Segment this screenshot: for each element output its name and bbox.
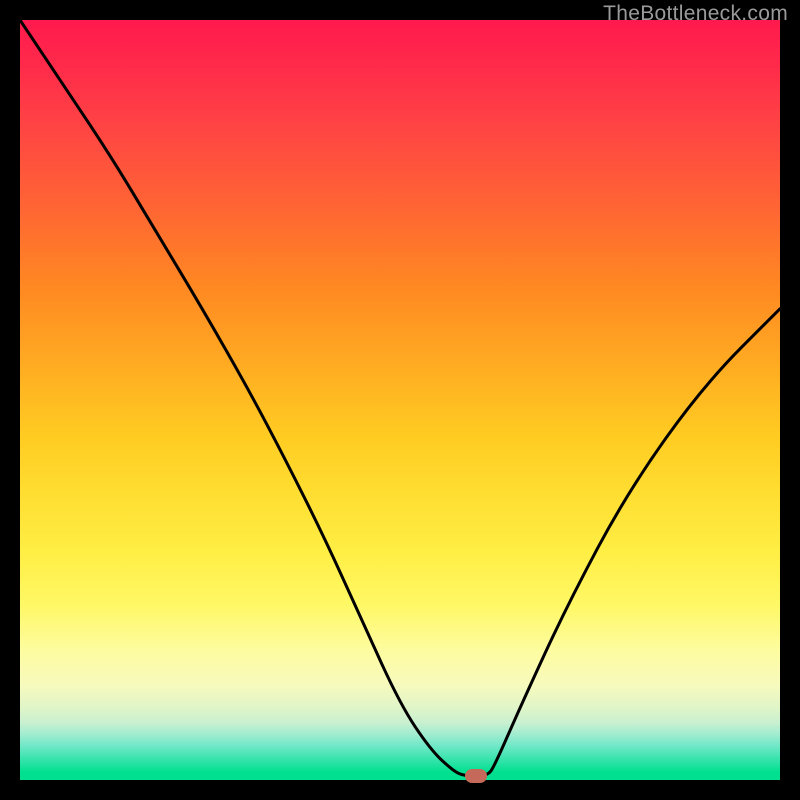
- optimal-point-marker: [465, 769, 487, 783]
- chart-container: TheBottleneck.com: [0, 0, 800, 800]
- bottleneck-curve: [20, 20, 780, 780]
- chart-plot-area: [20, 20, 780, 780]
